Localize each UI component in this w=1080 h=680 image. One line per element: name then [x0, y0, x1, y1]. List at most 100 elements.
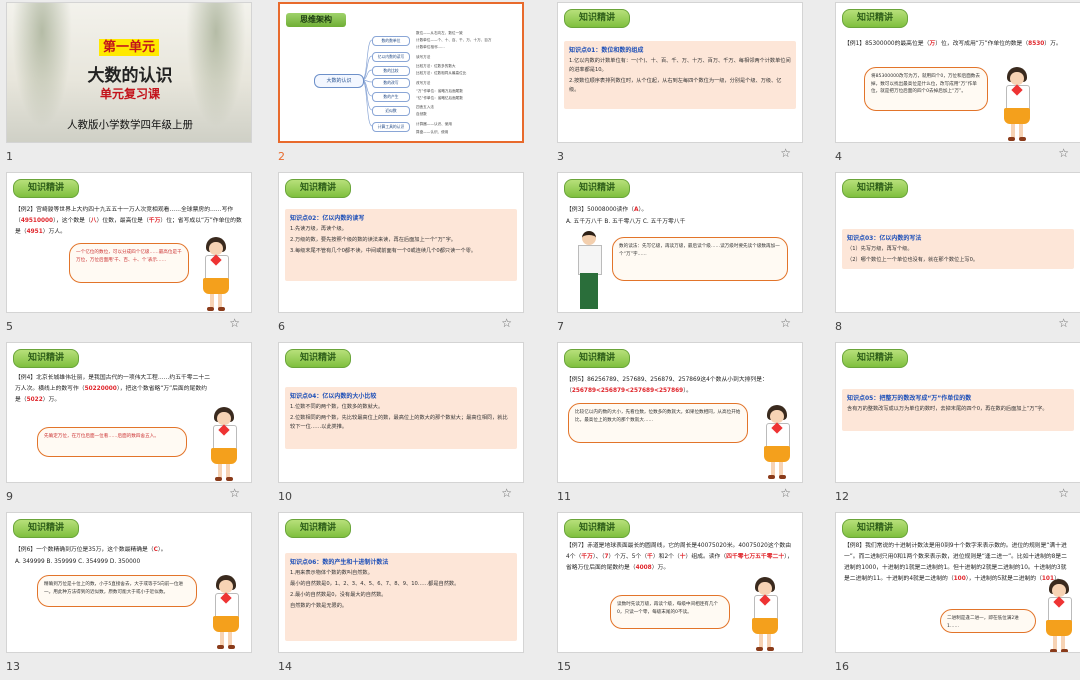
girl-illustration [201, 237, 231, 312]
slide-preview: 知识精讲 知识点03：亿以内数的写法 （1）先写万级，再写个级。 （2）哪个数位… [835, 172, 1080, 313]
knowledge-line: （2）哪个数位上一个单位也没有，就在那个数位上写0。 [847, 257, 979, 263]
question-text: 【例6】一个数精确到万位是35万，这个数最精确是（C）。 [15, 547, 167, 553]
star-icon[interactable]: ☆ [501, 486, 512, 500]
publisher-text: 人教版小学数学四年级上册 [67, 119, 193, 131]
section-badge: 知识精讲 [285, 349, 352, 368]
section-badge: 知识精讲 [842, 9, 909, 28]
mindmap-leaf: “万”作单位：省略万后面尾数 [416, 89, 463, 93]
knowledge-box: 知识点02：亿以内数的读写 1.先读万级，再读个级。 2.万级的数，要先按照个级… [285, 209, 517, 281]
mindmap-leaf: 比较方法：位数相同从最高位比 [416, 71, 467, 75]
slide-preview: 知识精讲 知识点01：数位和数的组成 1.亿以内数的计数单位有：一(个)、十、百… [557, 2, 803, 143]
slide-thumbnail-13[interactable]: 知识精讲 【例6】一个数精确到万位是35万，这个数最精确是（C）。 A. 349… [6, 512, 254, 680]
slide-preview: 知识精讲 【例4】北京长城雄伟壮丽，是我国古代的一项伟大工程……约五千零二十二万… [6, 342, 252, 483]
speech-bubble: 数的读法：先写亿级，再读万级，最后读个级……读万级时要先读个级数再加一个“万”字… [612, 237, 788, 281]
mindmap-leaf: 算盘——认识、使用 [416, 130, 449, 134]
knowledge-line: 1.位数不同的两个数，位数多的数就大。 [290, 404, 384, 410]
knowledge-title: 知识点04：亿以内数的大小比较 [290, 393, 377, 400]
mindmap-leaf: 改写方法 [416, 81, 431, 85]
star-icon[interactable]: ☆ [780, 146, 791, 160]
knowledge-title: 知识点01：数位和数的组成 [569, 47, 644, 54]
slide-preview: 知识精讲 知识点02：亿以内数的读写 1.先读万级，再读个级。 2.万级的数，要… [278, 172, 524, 313]
slide-number: 8 [835, 320, 842, 333]
girl-illustration [762, 405, 792, 481]
knowledge-line: 最小的自然数是0，1、2、3、4、5、6、7、8、9、10……都是自然数。 [290, 581, 460, 587]
slide-thumbnail-3[interactable]: 知识精讲 知识点01：数位和数的组成 1.亿以内数的计数单位有：一(个)、十、百… [557, 2, 805, 170]
mindmap-node: 计算工具的认识 [372, 122, 410, 132]
section-badge: 知识精讲 [564, 349, 631, 368]
slide-thumbnail-5[interactable]: 知识精讲 【例2】宫崎骏等世界上大约四十九五五十一万人次竞相观看……全球票房的…… [6, 172, 254, 340]
mindmap-node: 数的产生 [372, 92, 410, 102]
slide-thumbnail-6[interactable]: 知识精讲 知识点02：亿以内数的读写 1.先读万级，再读个级。 2.万级的数，要… [278, 172, 526, 340]
speech-bubble: 一个亿位的数位，可以分成四个亿级……最高位是千万位，万位后面用‘千、百、十、个’… [69, 243, 189, 283]
mindmap-node: 数的比较 [372, 66, 410, 76]
slide-number: 9 [6, 490, 13, 503]
speech-bubble: 先确定万位，在万位后面一位看……后面的数四舍五入。 [37, 427, 187, 457]
speech-bubble: 精确到万位是十位上的数，小于5直接舍去，大于或等于5向前一位进一。用此种方法得到… [37, 575, 197, 607]
slide-number: 2 [278, 150, 285, 163]
slide-thumbnail-12[interactable]: 知识精讲 知识点05：把整万的数改写成“万”作单位的数 含有万的整数改写成以万为… [835, 342, 1080, 510]
star-icon[interactable]: ☆ [229, 316, 240, 330]
knowledge-line: 2.最小的自然数是0，没有最大的自然数。 [290, 592, 387, 598]
girl-illustration [1044, 579, 1074, 652]
star-icon[interactable]: ☆ [501, 316, 512, 330]
slide-thumbnail-15[interactable]: 知识精讲 【例7】赤道是地球表面最长的圆周线，它的周长是40075020米。40… [557, 512, 805, 680]
unit-badge: 第一单元 [99, 39, 160, 56]
slide-thumbnail-11[interactable]: 知识精讲 【例5】86256789、257689、256879、257869这4… [557, 342, 805, 510]
question-text: 【例1】85300000的最高位是（万）位，改写成用“万”作单位的数是（8530… [844, 41, 1062, 47]
question-text: 【例3】50008000读作（A）。 [566, 207, 648, 213]
star-icon[interactable]: ☆ [780, 486, 791, 500]
mindmap-leaf: 比较方法：位数多的数大 [416, 64, 456, 68]
section-badge: 知识精讲 [13, 519, 80, 538]
knowledge-box: 知识点03：亿以内数的写法 （1）先写万级，再写个级。 （2）哪个数位上一个单位… [842, 229, 1074, 269]
knowledge-line: 含有万的整数改写成以万为单位的数时，去掉末尾的四个0，再在数的后面加上“万”字。 [847, 406, 1048, 412]
star-icon[interactable]: ☆ [1058, 316, 1069, 330]
mindmap-center-node: 大数的认识 [314, 74, 364, 88]
slide-number: 4 [835, 150, 842, 163]
slide-preview: 知识精讲 【例3】50008000读作（A）。 A. 五千万八千 B. 五千零八… [557, 172, 803, 313]
star-icon[interactable]: ☆ [1058, 486, 1069, 500]
slide-thumbnail-1[interactable]: 第一单元 大数的认识 单元复习课 人教版小学数学四年级上册 1 [6, 2, 254, 170]
knowledge-title: 知识点06：数的产生和十进制计数法 [290, 559, 389, 566]
slide-thumbnail-7[interactable]: 知识精讲 【例3】50008000读作（A）。 A. 五千万八千 B. 五千零八… [557, 172, 805, 340]
knowledge-box: 知识点01：数位和数的组成 1.亿以内数的计数单位有：一(个)、十、百、千、万、… [564, 41, 796, 109]
slide-thumbnail-16[interactable]: 知识精讲 【例8】我们常说的十进制计数法是用0到9十个数字来表示数的。进位的规则… [835, 512, 1080, 680]
knowledge-line: 3.每级末尾不管有几个0都不读，中间或前面有一个0或连续几个0都只读一个零。 [290, 248, 477, 254]
slide-title: 大数的认识 [87, 66, 173, 86]
girl-illustration [209, 407, 239, 482]
speech-bubble: 将85300000改写为万，就用四个0，万位和后面数去掉，数可以找出最高位是什么… [864, 67, 988, 111]
mindmap-node: 数的改写 [372, 78, 410, 88]
star-icon[interactable]: ☆ [780, 316, 791, 330]
slide-number: 5 [6, 320, 13, 333]
knowledge-line: 1.先读万级，再读个级。 [290, 226, 347, 232]
slide-thumbnail-8[interactable]: 知识精讲 知识点03：亿以内数的写法 （1）先写万级，再写个级。 （2）哪个数位… [835, 172, 1080, 340]
slide-number: 15 [557, 660, 571, 673]
slide-thumbnail-4[interactable]: 知识精讲 【例1】85300000的最高位是（万）位，改写成用“万”作单位的数是… [835, 2, 1080, 170]
star-icon[interactable]: ☆ [229, 486, 240, 500]
slide-thumbnail-14[interactable]: 知识精讲 知识点06：数的产生和十进制计数法 1.用来表示物体个数的数叫自然数。… [278, 512, 526, 680]
speech-bubble: 读数时先读万级，再读个级，每级中间相连有几个0，只读一个零，每级末尾的0不读。 [610, 595, 730, 629]
section-badge: 知识精讲 [13, 349, 80, 368]
section-badge: 知识精讲 [13, 179, 80, 198]
slide-number: 12 [835, 490, 849, 503]
slide-thumbnail-2[interactable]: 思维架构 大数的认识 数的数单位 亿以内数的读写 数的比较 数的改写 数的产生 … [278, 2, 526, 170]
question-text: 【例8】我们常说的十进制计数法是用0到9十个数字来表示数的。进位的规则是“满十进… [844, 543, 1067, 582]
slide-preview: 第一单元 大数的认识 单元复习课 人教版小学数学四年级上册 [6, 2, 252, 143]
slide-number: 10 [278, 490, 292, 503]
section-badge: 知识精讲 [842, 519, 909, 538]
slide-preview: 知识精讲 知识点05：把整万的数改写成“万”作单位的数 含有万的整数改写成以万为… [835, 342, 1080, 483]
question-text: 【例5】86256789、257689、256879、257869这4个数从小到… [566, 377, 768, 394]
slide-thumbnail-9[interactable]: 知识精讲 【例4】北京长城雄伟壮丽，是我国古代的一项伟大工程……约五千零二十二万… [6, 342, 254, 510]
girl-illustration [750, 577, 780, 652]
star-icon[interactable]: ☆ [1058, 146, 1069, 160]
slide-number: 14 [278, 660, 292, 673]
section-badge: 知识精讲 [564, 179, 631, 198]
question-text: 【例4】北京长城雄伟壮丽，是我国古代的一项伟大工程……约五千零二十二万人次。横线… [15, 375, 210, 403]
slide-thumbnail-10[interactable]: 知识精讲 知识点04：亿以内数的大小比较 1.位数不同的两个数，位数多的数就大。… [278, 342, 526, 510]
knowledge-line: 1.用来表示物体个数的数叫自然数。 [290, 570, 373, 576]
knowledge-line: （1）先写万级，再写个级。 [847, 246, 913, 252]
slide-number: 7 [557, 320, 564, 333]
knowledge-line: 2.按数位顺序表排列数位时，从个位起，从右到左每四个数位为一级，分别是个级、万级… [569, 78, 782, 93]
mindmap-leaf: 计数单位相邻…… [416, 45, 445, 49]
slide-preview: 知识精讲 【例5】86256789、257689、256879、257869这4… [557, 342, 803, 483]
mindmap-leaf: 四舍五入法 [416, 105, 434, 109]
